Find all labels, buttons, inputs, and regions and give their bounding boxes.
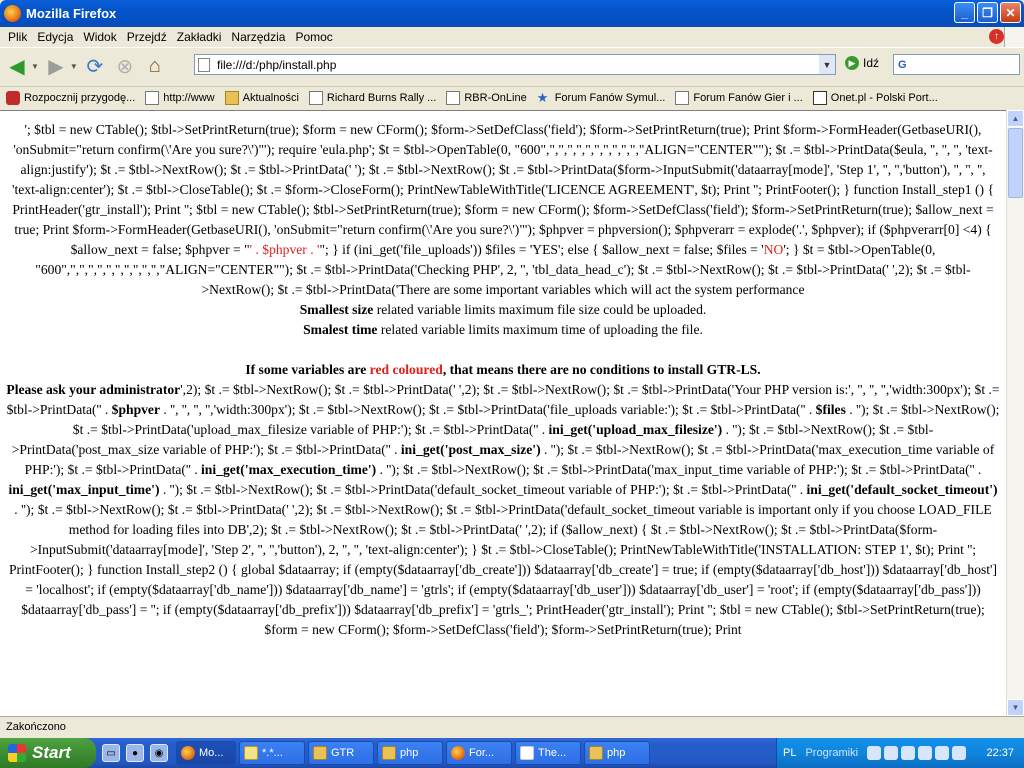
reload-icon[interactable]: ⟳ xyxy=(82,54,108,80)
menu-plik[interactable]: Plik xyxy=(4,30,31,44)
task-php-2[interactable]: php xyxy=(584,741,650,765)
code-text: '; $tbl = new CTable(); $tbl->SetPrintRe… xyxy=(6,122,1000,637)
menu-widok[interactable]: Widok xyxy=(79,30,120,44)
go-label: Idź xyxy=(863,56,880,70)
bookmark-item[interactable]: RBR-OnLine xyxy=(446,91,527,105)
bookmark-item[interactable]: Onet.pl - Polski Port... xyxy=(812,91,938,105)
task-mail[interactable]: *.*... xyxy=(239,741,305,765)
status-bar: Zakończono xyxy=(0,716,1024,738)
minimize-button[interactable]: _ xyxy=(954,2,975,23)
navigation-toolbar: ◀ ▼ ▶ ▼ ⟳ ⊗ ⌂ file:///d:/php/install.php ▼… xyxy=(0,47,1024,85)
start-button[interactable]: Start xyxy=(0,738,96,768)
url-input[interactable]: file:///d:/php/install.php ▼ xyxy=(194,54,836,75)
clock: 22:37 xyxy=(986,747,1014,759)
tray-arrow-icon[interactable] xyxy=(867,746,882,760)
page-icon xyxy=(446,91,461,105)
page-content: '; $tbl = new CTable(); $tbl->SetPrintRe… xyxy=(0,110,1006,716)
window-title: Mozilla Firefox xyxy=(26,6,117,21)
menu-zakladki[interactable]: Zakładki xyxy=(173,30,226,44)
folder-icon xyxy=(589,746,603,760)
task-firefox[interactable]: Mo... xyxy=(176,741,236,765)
title-bar: Mozilla Firefox _ ❐ ✕ xyxy=(0,0,1024,27)
bookmark-item[interactable]: ★ Forum Fanów Symul... xyxy=(537,91,666,105)
menu-narzedzia[interactable]: Narzędzia xyxy=(227,30,289,44)
close-button[interactable]: ✕ xyxy=(1000,2,1021,23)
page-icon xyxy=(308,91,323,105)
vertical-scrollbar[interactable]: ▲ ▼ xyxy=(1006,110,1024,716)
page-icon xyxy=(145,91,160,105)
desktop-icon[interactable]: ▭ xyxy=(102,744,120,762)
language-indicator[interactable]: PL xyxy=(783,747,796,759)
bookmark-item[interactable]: Richard Burns Rally ... xyxy=(308,91,436,105)
home-icon[interactable]: ⌂ xyxy=(142,54,168,80)
search-input[interactable]: G xyxy=(893,54,1020,75)
bookmark-item[interactable]: http://www xyxy=(145,91,215,105)
menu-przejdz[interactable]: Przejdź xyxy=(123,30,171,44)
panda-tray-icon[interactable] xyxy=(901,746,916,760)
menu-bar: Plik Edycja Widok Przejdź Zakładki Narzę… xyxy=(0,27,1024,47)
maximize-button[interactable]: ❐ xyxy=(977,2,998,23)
firefox-icon xyxy=(181,746,195,760)
scroll-down-icon[interactable]: ▼ xyxy=(1007,699,1024,716)
star-icon: ★ xyxy=(536,90,549,105)
back-dropdown-icon[interactable]: ▼ xyxy=(31,62,39,71)
go-arrow-icon: ▶ xyxy=(845,56,859,70)
app-tray-icon[interactable] xyxy=(952,746,967,760)
task-gtr[interactable]: GTR xyxy=(308,741,374,765)
scroll-thumb[interactable] xyxy=(1008,128,1023,198)
bookmark-red-icon xyxy=(6,91,20,105)
scroll-up-icon[interactable]: ▲ xyxy=(1007,110,1024,127)
folder-icon xyxy=(313,746,327,760)
page-icon xyxy=(198,58,210,72)
menu-edycja[interactable]: Edycja xyxy=(33,30,77,44)
forward-dropdown-icon[interactable]: ▼ xyxy=(70,62,78,71)
folder-icon xyxy=(382,746,396,760)
bookmark-item[interactable]: Rozpocznij przygodę... xyxy=(6,91,135,105)
programs-toolbar[interactable]: Programiki xyxy=(805,747,858,759)
bookmark-item[interactable]: Forum Fanów Gier i ... xyxy=(675,91,803,105)
firefox-icon xyxy=(4,5,21,22)
onet-icon xyxy=(812,91,827,105)
url-text: file:///d:/php/install.php xyxy=(217,57,337,72)
taskbar: Start ▭ ● ◉ Mo... *.*... GTR php For... … xyxy=(0,738,1024,768)
smiley-icon[interactable] xyxy=(918,746,933,760)
task-the[interactable]: The... xyxy=(515,741,581,765)
bookmarks-toolbar: Rozpocznij przygodę... http://www Aktual… xyxy=(0,86,1024,109)
folder-icon xyxy=(224,91,239,105)
search-engine-icon: G xyxy=(898,58,907,71)
firefox-icon xyxy=(451,746,465,760)
system-tray: PL Programiki 22:37 xyxy=(776,738,1024,768)
url-dropdown-icon[interactable]: ▼ xyxy=(819,55,835,74)
go-button[interactable]: ▶ Idź xyxy=(845,56,879,70)
task-php[interactable]: php xyxy=(377,741,443,765)
back-arrow-icon[interactable]: ◀ xyxy=(4,54,30,80)
forward-arrow-icon[interactable]: ▶ xyxy=(43,54,69,80)
windows-flag-icon xyxy=(8,744,26,762)
browser-icon[interactable]: ◉ xyxy=(150,744,168,762)
panda-icon[interactable]: ● xyxy=(126,744,144,762)
network-icon[interactable] xyxy=(884,746,899,760)
window-icon xyxy=(520,746,534,760)
throbber-icon xyxy=(1004,27,1024,47)
bookmark-item[interactable]: Aktualności xyxy=(224,91,299,105)
stop-icon[interactable]: ⊗ xyxy=(112,54,138,80)
task-forum[interactable]: For... xyxy=(446,741,512,765)
volume-icon[interactable] xyxy=(935,746,950,760)
update-alert-icon[interactable]: ↑ xyxy=(989,29,1004,44)
menu-pomoc[interactable]: Pomoc xyxy=(291,30,336,44)
page-icon xyxy=(675,91,690,105)
mail-icon xyxy=(244,746,258,760)
